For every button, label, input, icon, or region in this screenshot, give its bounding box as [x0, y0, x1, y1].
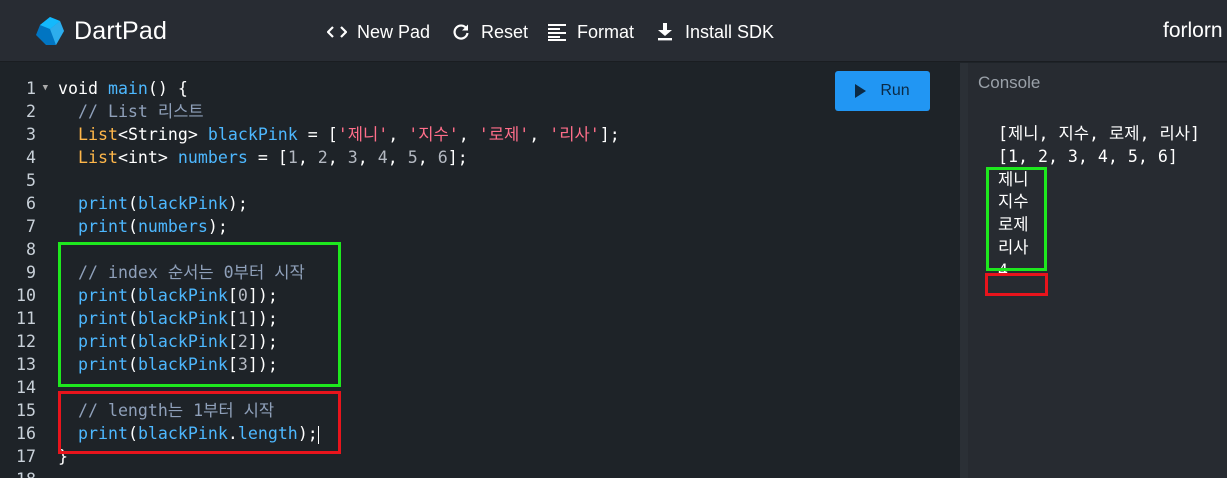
- line-number: 6: [26, 194, 36, 213]
- code-editor[interactable]: 1 ▼ 2 3 4 5 6 7 8 9 10 11 12 13 14 15 16 …: [0, 63, 960, 478]
- code-icon: [326, 21, 348, 43]
- download-icon: [654, 21, 676, 43]
- line-number: 7: [26, 217, 36, 236]
- code-line: List<int> numbers = [1, 2, 3, 4, 5, 6];: [77, 148, 468, 167]
- code-line: print(blackPink);: [77, 194, 248, 213]
- line-number: 1 ▼: [26, 77, 48, 100]
- line-number-gutter: 1 ▼ 2 3 4 5 6 7 8 9 10 11 12 13 14 15 16 …: [0, 77, 50, 478]
- console-label: Console: [978, 73, 1041, 92]
- highlight-box-index: [58, 242, 341, 387]
- app-header: DartPad New Pad Reset Format Install SDK…: [0, 0, 1227, 62]
- line-number: 5: [26, 171, 36, 190]
- line-number: 17: [16, 447, 36, 466]
- code-line: // List 리스트: [58, 102, 204, 121]
- reset-label: Reset: [481, 21, 529, 42]
- install-sdk-button[interactable]: Install SDK: [654, 20, 774, 44]
- install-sdk-label: Install SDK: [685, 21, 775, 42]
- new-pad-label: New Pad: [357, 21, 431, 42]
- code-line: List<String> blackPink = ['제니', '지수', '로…: [77, 125, 620, 144]
- play-icon: [855, 84, 867, 98]
- console-line: [제니, 지수, 로제, 리사]: [998, 124, 1201, 143]
- code-line: void main() {: [58, 79, 188, 98]
- line-number: 10: [16, 286, 36, 305]
- new-pad-button[interactable]: New Pad: [326, 20, 430, 44]
- line-number: 16: [16, 424, 36, 443]
- highlight-box-length: [58, 391, 341, 454]
- line-number: 14: [16, 378, 36, 397]
- format-button[interactable]: Format: [546, 20, 634, 44]
- line-number: 15: [16, 401, 36, 420]
- app-title: DartPad: [74, 17, 168, 45]
- highlight-box-console-names: [986, 167, 1047, 271]
- line-number: 12: [16, 332, 36, 351]
- format-label: Format: [577, 21, 635, 42]
- line-number: 13: [16, 355, 36, 374]
- format-align-icon: [546, 21, 568, 43]
- panel-divider[interactable]: [960, 63, 968, 478]
- line-number: 4: [26, 148, 36, 167]
- run-label: Run: [880, 82, 910, 99]
- line-number: 18: [0, 468, 50, 478]
- console-line: [1, 2, 3, 4, 5, 6]: [998, 146, 1178, 166]
- line-number: 11: [16, 309, 36, 328]
- highlight-box-console-length: [985, 273, 1048, 296]
- line-number: 9: [26, 263, 36, 282]
- gist-title[interactable]: forlorn: [1163, 19, 1223, 43]
- fold-arrow-icon[interactable]: ▼: [43, 77, 48, 100]
- run-button[interactable]: Run: [835, 71, 930, 111]
- reset-button[interactable]: Reset: [450, 20, 528, 44]
- line-number: 3: [26, 125, 36, 144]
- line-number: 8: [26, 240, 36, 259]
- dart-logo-icon: [36, 17, 64, 45]
- code-line: print(numbers);: [77, 217, 228, 236]
- refresh-icon: [450, 21, 472, 43]
- line-number: 2: [26, 102, 36, 121]
- console-panel: Console [제니, 지수, 로제, 리사] [1, 2, 3, 4, 5,…: [968, 63, 1227, 478]
